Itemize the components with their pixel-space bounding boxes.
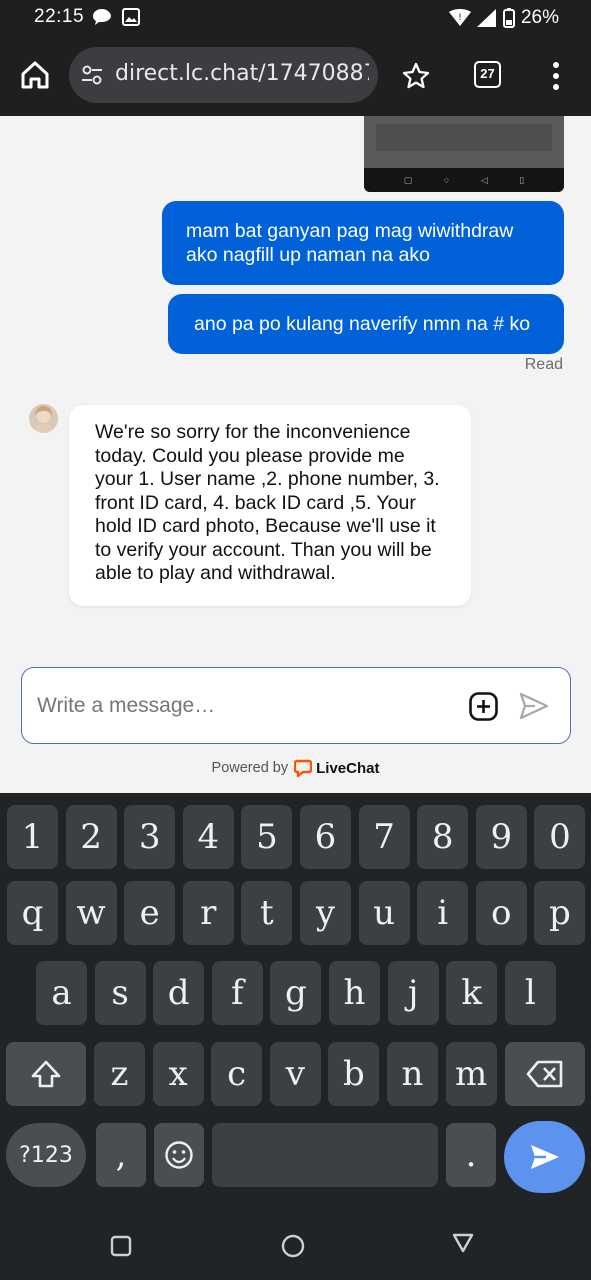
home-circle-icon xyxy=(281,1234,305,1258)
key-n[interactable]: n xyxy=(387,1042,438,1106)
symbols-key[interactable]: ?123 xyxy=(6,1123,86,1187)
more-menu-icon[interactable] xyxy=(552,61,560,91)
back-icon xyxy=(452,1233,474,1253)
tab-switcher-button[interactable]: 27 xyxy=(474,61,501,88)
emoji-icon xyxy=(165,1141,193,1169)
key-6[interactable]: 6 xyxy=(300,805,351,869)
url-text: direct.lc.chat/17470887/ xyxy=(115,61,369,86)
chat-transcript[interactable]: ▢ ○ ◁ ▯ mam bat ganyan pag mag wiwithdra… xyxy=(0,116,591,793)
key-x[interactable]: x xyxy=(152,1042,204,1106)
key-v[interactable]: v xyxy=(269,1042,321,1106)
key-4[interactable]: 4 xyxy=(182,805,234,869)
send-icon[interactable] xyxy=(519,692,549,720)
small-square-icon: ▯ xyxy=(519,174,525,185)
key-u[interactable]: u xyxy=(358,881,410,945)
comma-key[interactable]: , xyxy=(96,1123,146,1187)
key-2[interactable]: 2 xyxy=(65,805,117,869)
key-5[interactable]: 5 xyxy=(241,805,293,869)
key-s[interactable]: s xyxy=(94,961,146,1025)
svg-text:!: ! xyxy=(458,13,462,23)
received-message[interactable]: We're so sorry for the inconvenience tod… xyxy=(69,405,471,606)
browser-toolbar: direct.lc.chat/17470887/ 27 xyxy=(0,36,591,116)
key-i[interactable]: i xyxy=(417,881,469,945)
key-g[interactable]: g xyxy=(270,961,322,1025)
recent-apps-button[interactable] xyxy=(110,1235,132,1262)
key-k[interactable]: k xyxy=(446,961,498,1025)
key-m[interactable]: m xyxy=(445,1042,497,1106)
key-e[interactable]: e xyxy=(124,881,176,945)
key-l[interactable]: l xyxy=(504,961,556,1025)
emoji-key[interactable] xyxy=(154,1123,204,1187)
circle-icon: ○ xyxy=(443,175,450,185)
key-w[interactable]: w xyxy=(65,881,117,945)
key-r[interactable]: r xyxy=(182,881,234,945)
keyboard-send-key[interactable] xyxy=(504,1121,585,1193)
back-triangle-icon: ◁ xyxy=(480,174,488,185)
backspace-icon xyxy=(526,1060,563,1088)
recent-apps-icon xyxy=(110,1235,132,1257)
key-7[interactable]: 7 xyxy=(358,805,410,869)
sent-message[interactable]: mam bat ganyan pag mag wiwithdraw ako na… xyxy=(162,201,564,285)
message-input[interactable] xyxy=(37,690,437,722)
battery-icon xyxy=(502,8,515,28)
powered-by-footer: Powered by LiveChat xyxy=(0,759,591,777)
shift-key[interactable] xyxy=(6,1042,86,1106)
system-navigation-bar xyxy=(0,1208,591,1280)
space-bar[interactable] xyxy=(212,1123,438,1187)
read-receipt: Read xyxy=(524,356,563,373)
key-h[interactable]: h xyxy=(329,961,380,1025)
livechat-brand-name: LiveChat xyxy=(316,759,380,777)
address-bar[interactable]: direct.lc.chat/17470887/ xyxy=(69,47,378,103)
status-time: 22:15 xyxy=(34,6,85,27)
shift-icon xyxy=(31,1060,61,1088)
battery-percentage: 26% xyxy=(520,7,559,28)
livechat-brand-link[interactable]: LiveChat xyxy=(294,759,379,777)
key-z[interactable]: z xyxy=(94,1042,145,1106)
powered-by-label: Powered by xyxy=(211,760,289,776)
shared-image-attachment[interactable]: ▢ ○ ◁ ▯ xyxy=(364,116,564,192)
wifi-icon: ! xyxy=(448,9,471,26)
back-button[interactable] xyxy=(451,1232,475,1259)
livechat-logo-icon xyxy=(294,759,313,777)
square-icon: ▢ xyxy=(403,174,413,185)
chat-notification-icon xyxy=(93,9,111,25)
key-o[interactable]: o xyxy=(475,881,527,945)
key-c[interactable]: c xyxy=(211,1042,263,1106)
key-p[interactable]: p xyxy=(534,881,586,945)
key-q[interactable]: q xyxy=(7,881,58,945)
key-t[interactable]: t xyxy=(241,881,293,945)
key-j[interactable]: j xyxy=(387,961,439,1025)
key-a[interactable]: a xyxy=(36,961,87,1025)
message-composer xyxy=(21,667,571,744)
key-9[interactable]: 9 xyxy=(475,805,527,869)
home-button[interactable] xyxy=(281,1234,305,1263)
period-key[interactable]: . xyxy=(446,1123,496,1187)
status-bar: 22:15 ! 26% xyxy=(0,0,591,36)
site-settings-icon[interactable] xyxy=(81,64,103,86)
add-attachment-icon[interactable] xyxy=(469,692,498,721)
backspace-key[interactable] xyxy=(505,1042,585,1106)
home-icon[interactable] xyxy=(18,58,52,92)
gallery-notification-icon xyxy=(122,8,140,26)
on-screen-keyboard: 1234567890 qwertyuiop asdfghjkl zxcvbnm … xyxy=(0,793,591,1208)
key-b[interactable]: b xyxy=(328,1042,380,1106)
agent-avatar xyxy=(29,404,58,433)
key-f[interactable]: f xyxy=(211,961,263,1025)
key-y[interactable]: y xyxy=(300,881,351,945)
key-0[interactable]: 0 xyxy=(534,805,586,869)
key-3[interactable]: 3 xyxy=(124,805,176,869)
send-arrow-icon xyxy=(530,1145,559,1169)
bookmark-star-icon[interactable] xyxy=(402,62,430,90)
signal-icon xyxy=(476,9,496,27)
key-d[interactable]: d xyxy=(153,961,205,1025)
key-8[interactable]: 8 xyxy=(417,805,469,869)
sent-message[interactable]: ano pa po kulang naverify nmn na # ko xyxy=(168,294,564,354)
key-1[interactable]: 1 xyxy=(7,805,58,869)
